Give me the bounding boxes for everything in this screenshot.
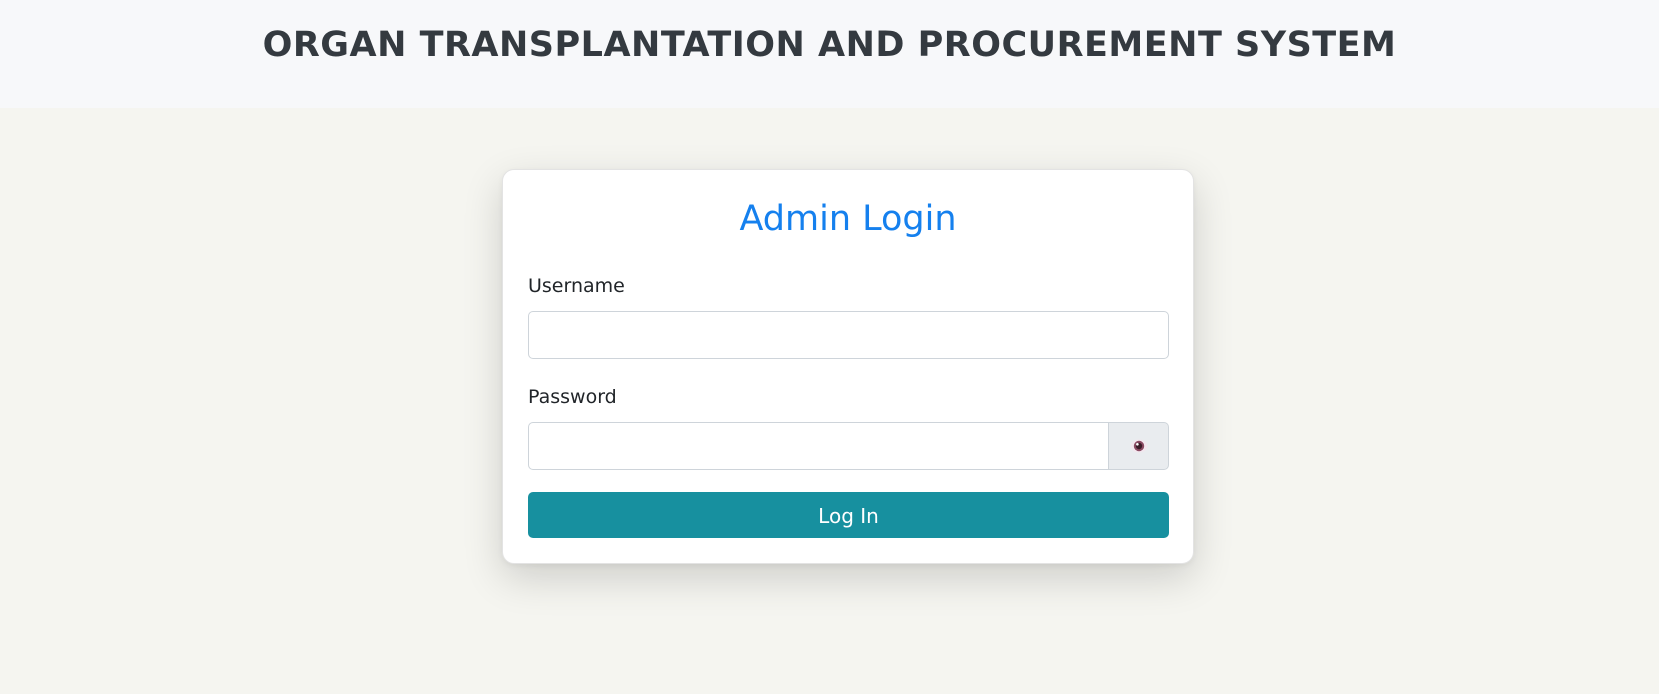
password-label: Password bbox=[528, 386, 617, 408]
page-header: ORGAN TRANSPLANTATION AND PROCUREMENT SY… bbox=[0, 0, 1659, 108]
username-label: Username bbox=[528, 275, 625, 297]
password-input[interactable] bbox=[528, 422, 1109, 470]
login-card: Admin Login Username Password Log In bbox=[502, 169, 1194, 564]
password-input-group bbox=[528, 422, 1169, 470]
page-title: ORGAN TRANSPLANTATION AND PROCUREMENT SY… bbox=[262, 25, 1397, 65]
toggle-password-button[interactable] bbox=[1109, 422, 1169, 470]
login-button[interactable]: Log In bbox=[528, 492, 1169, 538]
eye-icon bbox=[1130, 439, 1147, 453]
username-input[interactable] bbox=[528, 311, 1169, 359]
login-title: Admin Login bbox=[739, 199, 957, 239]
